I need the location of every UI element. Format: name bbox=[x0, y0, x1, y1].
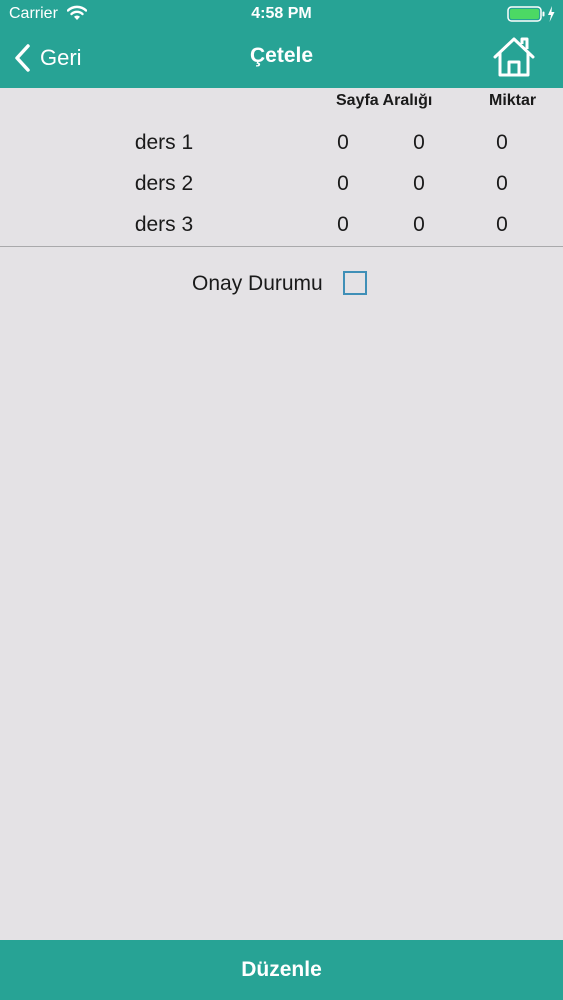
table-cell: 0 bbox=[413, 172, 425, 195]
edit-button[interactable]: Düzenle bbox=[0, 940, 563, 1000]
table-cell: 0 bbox=[496, 172, 508, 195]
page-title: Çetele bbox=[249, 44, 314, 67]
column-header-amount: Miktar bbox=[489, 92, 537, 109]
divider bbox=[0, 246, 563, 247]
row-label: ders 3 bbox=[134, 213, 194, 236]
header: Carrier 4:58 PM Geri Çetele bbox=[0, 0, 563, 88]
column-header-page-range: Sayfa Aralığı bbox=[336, 92, 433, 109]
table-cell: 0 bbox=[496, 131, 508, 154]
table-cell: 0 bbox=[337, 213, 349, 236]
table-cell: 0 bbox=[337, 131, 349, 154]
row-label: ders 2 bbox=[134, 172, 194, 195]
row-label: ders 1 bbox=[134, 131, 194, 154]
status-time: 4:58 PM bbox=[251, 5, 312, 22]
approval-status-label: Onay Durumu bbox=[192, 272, 323, 295]
table-cell: 0 bbox=[337, 172, 349, 195]
table-cell: 0 bbox=[413, 213, 425, 236]
home-icon[interactable] bbox=[491, 36, 537, 78]
nav-bar: Geri Çetele bbox=[0, 30, 563, 88]
table-cell: 0 bbox=[413, 131, 425, 154]
table-cell: 0 bbox=[496, 213, 508, 236]
status-bar: Carrier 4:58 PM bbox=[0, 0, 563, 30]
battery-charging-icon bbox=[507, 6, 555, 22]
approval-status-checkbox[interactable] bbox=[343, 271, 367, 295]
